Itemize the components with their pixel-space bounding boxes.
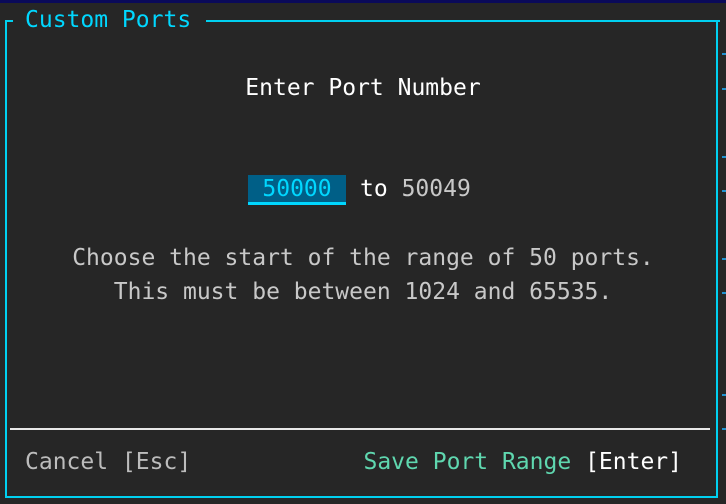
cancel-button[interactable]: Cancel [Esc] xyxy=(25,448,191,476)
scroll-tick xyxy=(722,190,726,192)
save-key-hint: [Enter] xyxy=(585,449,682,475)
frame-top-right xyxy=(206,20,720,22)
scroll-tick xyxy=(722,292,726,294)
start-port-input[interactable]: 50000 xyxy=(248,175,346,205)
frame-top-left xyxy=(5,20,13,22)
top-bar xyxy=(0,0,726,3)
scroll-tick xyxy=(722,258,726,260)
description: Choose the start of the range of 50 port… xyxy=(0,241,726,309)
port-range-row: 50000 to 50049 xyxy=(248,175,471,205)
end-port-value: 50049 xyxy=(401,176,471,202)
scroll-tick xyxy=(722,156,726,158)
dialog-heading: Enter Port Number xyxy=(245,75,481,101)
description-line-2: This must be between 1024 and 65535. xyxy=(113,279,613,305)
dialog-title: Custom Ports xyxy=(25,7,192,33)
footer-separator xyxy=(10,428,710,430)
scroll-tick xyxy=(722,88,726,90)
save-port-range-button[interactable]: Save Port Range [Enter] xyxy=(363,448,682,476)
to-label: to xyxy=(360,176,388,202)
scroll-tick xyxy=(722,394,726,396)
scroll-tick xyxy=(722,428,726,430)
save-label: Save Port Range xyxy=(363,449,572,475)
scroll-tick xyxy=(722,53,726,55)
description-line-1: Choose the start of the range of 50 port… xyxy=(72,245,654,271)
